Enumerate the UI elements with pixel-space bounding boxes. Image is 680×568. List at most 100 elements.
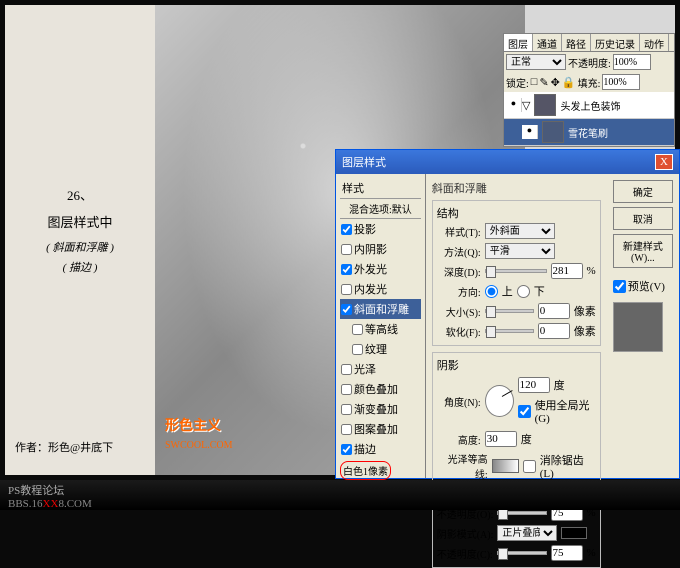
- dir-down-radio[interactable]: [517, 285, 530, 298]
- opacity-label: 不透明度:: [568, 55, 611, 70]
- style-投影[interactable]: 投影: [340, 219, 421, 239]
- dir-up-radio[interactable]: [485, 285, 498, 298]
- style-checkbox[interactable]: [341, 444, 352, 455]
- options-panel: 斜面和浮雕 结构 样式(T):外斜面 方法(Q):平滑 深度(D):% 方向:上…: [426, 174, 607, 478]
- shading-label: 阴影: [437, 357, 596, 373]
- tab-layers[interactable]: 图层: [504, 34, 533, 51]
- style-select[interactable]: 外斜面: [485, 223, 555, 239]
- tab-channels[interactable]: 通道: [533, 34, 562, 51]
- preview-label: 预览(V): [628, 278, 665, 294]
- blend-mode-select[interactable]: 正常: [506, 54, 566, 70]
- dir-down-label: 下: [534, 283, 545, 299]
- stroke-annotation: 白色1像素: [340, 461, 391, 480]
- style-checkbox[interactable]: [341, 224, 352, 235]
- page-footer: PS教程论坛 BBS.16XX8.COM: [0, 480, 680, 510]
- visibility-icon[interactable]: ●: [522, 125, 538, 139]
- shadow-opacity-input[interactable]: [551, 545, 583, 561]
- altitude-input[interactable]: [485, 431, 517, 447]
- lock-move-icon[interactable]: ✥: [551, 76, 560, 89]
- style-等高线[interactable]: 等高线: [340, 319, 421, 339]
- style-checkbox[interactable]: [341, 304, 352, 315]
- styles-list: 样式 混合选项:默认 投影内阴影外发光内发光斜面和浮雕等高线纹理光泽颜色叠加渐变…: [336, 174, 426, 478]
- lock-all-icon[interactable]: 🔒: [562, 76, 576, 89]
- style-内发光[interactable]: 内发光: [340, 279, 421, 299]
- style-checkbox[interactable]: [341, 384, 352, 395]
- pct3: %: [587, 547, 596, 559]
- style-斜面和浮雕[interactable]: 斜面和浮雕: [340, 299, 421, 319]
- style-label: 等高线: [365, 321, 398, 337]
- visibility-icon[interactable]: ●: [506, 98, 522, 112]
- shadow-color[interactable]: [561, 527, 587, 539]
- tutorial-caption: 26、 图层样式中 ( 斜面和浮雕 ) ( 描边 ) 作者：形色@井底下: [5, 5, 155, 475]
- dialog-buttons: 确定 取消 新建样式(W)... 预览(V): [607, 174, 679, 478]
- style-描边[interactable]: 描边: [340, 439, 421, 459]
- global-light-checkbox[interactable]: [518, 405, 531, 418]
- close-button[interactable]: X: [655, 154, 673, 170]
- layer-item[interactable]: ● 雪花笔刷: [504, 119, 674, 146]
- blend-options[interactable]: 混合选项:默认: [340, 199, 421, 219]
- style-图案叠加[interactable]: 图案叠加: [340, 419, 421, 439]
- layer-item[interactable]: ● ▽ 头发上色装饰: [504, 92, 674, 119]
- shading-group: 阴影 角度(N): 度 使用全局光(G) 高度:度 光泽等高线:消除锯齿(L) …: [432, 352, 601, 568]
- highlight-opacity-slider[interactable]: [497, 511, 546, 515]
- direction-label: 方向:: [437, 284, 481, 299]
- new-style-button[interactable]: 新建样式(W)...: [613, 234, 673, 268]
- soften-slider[interactable]: [485, 329, 534, 333]
- style-纹理[interactable]: 纹理: [340, 339, 421, 359]
- depth-input[interactable]: [551, 263, 583, 279]
- style-checkbox[interactable]: [341, 244, 352, 255]
- style-内阴影[interactable]: 内阴影: [340, 239, 421, 259]
- structure-label: 结构: [437, 205, 596, 221]
- global-light-label: 使用全局光(G): [535, 397, 596, 425]
- style-label: 颜色叠加: [354, 381, 398, 397]
- cancel-button[interactable]: 取消: [613, 207, 673, 230]
- technique-label: 方法(Q):: [437, 244, 481, 259]
- watermark-logo: 形色主义: [165, 415, 221, 435]
- style-checkbox[interactable]: [341, 364, 352, 375]
- style-光泽[interactable]: 光泽: [340, 359, 421, 379]
- ok-button[interactable]: 确定: [613, 180, 673, 203]
- deg-unit2: 度: [521, 431, 532, 447]
- shadow-mode-label: 阴影模式(A):: [437, 526, 494, 541]
- style-外发光[interactable]: 外发光: [340, 259, 421, 279]
- angle-dial[interactable]: [485, 385, 514, 417]
- gloss-contour[interactable]: [492, 459, 519, 473]
- style-渐变叠加[interactable]: 渐变叠加: [340, 399, 421, 419]
- style-label: 描边: [354, 441, 376, 457]
- angle-input[interactable]: [518, 377, 550, 393]
- tab-actions[interactable]: 动作: [640, 34, 669, 51]
- style-checkbox[interactable]: [341, 264, 352, 275]
- fill-input[interactable]: [602, 74, 640, 90]
- antialiasing-checkbox[interactable]: [523, 460, 536, 473]
- tab-paths[interactable]: 路径: [562, 34, 591, 51]
- style-checkbox[interactable]: [352, 344, 363, 355]
- layer-thumb: [534, 94, 556, 116]
- opacity-input[interactable]: [613, 54, 651, 70]
- folder-toggle-icon[interactable]: ▽: [522, 99, 530, 112]
- layer-thumb: [542, 121, 564, 143]
- lock-paint-icon[interactable]: ✎: [539, 76, 548, 89]
- soften-input[interactable]: [538, 323, 570, 339]
- style-checkbox[interactable]: [341, 284, 352, 295]
- depth-slider[interactable]: [485, 269, 547, 273]
- lock-label: 锁定:: [506, 75, 529, 90]
- dialog-titlebar[interactable]: 图层样式 X: [336, 150, 679, 174]
- style-checkbox[interactable]: [341, 404, 352, 415]
- style-checkbox[interactable]: [341, 424, 352, 435]
- dialog-title: 图层样式: [342, 154, 386, 170]
- shadow-mode-select[interactable]: 正片叠底: [497, 525, 557, 541]
- size-input[interactable]: [538, 303, 570, 319]
- technique-select[interactable]: 平滑: [485, 243, 555, 259]
- preview-checkbox[interactable]: [613, 280, 626, 293]
- watermark-url: SWCOOL.COM: [165, 440, 233, 451]
- size-slider[interactable]: [485, 309, 534, 313]
- style-label: 外发光: [354, 261, 387, 277]
- lock-trans-icon[interactable]: □: [531, 76, 538, 88]
- style-label: 投影: [354, 221, 376, 237]
- style-颜色叠加[interactable]: 颜色叠加: [340, 379, 421, 399]
- px-unit: 像素: [574, 303, 596, 319]
- tab-history[interactable]: 历史记录: [591, 34, 640, 51]
- step-number: 26、: [5, 185, 155, 204]
- style-checkbox[interactable]: [352, 324, 363, 335]
- shadow-opacity-slider[interactable]: [497, 551, 547, 555]
